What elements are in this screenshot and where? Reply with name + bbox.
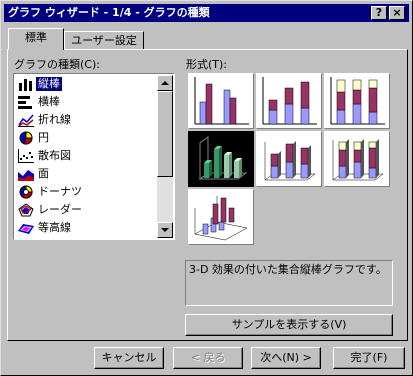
show-sample-button[interactable]: サンプルを表示する(V) xyxy=(185,314,393,336)
next-button[interactable]: 次へ(N) > xyxy=(251,347,321,369)
scroll-down-button[interactable] xyxy=(157,222,173,238)
subtype-clustered-column[interactable] xyxy=(188,73,254,129)
finish-button[interactable]: 完了(F) xyxy=(333,347,405,369)
subtype-stacked-column[interactable] xyxy=(256,73,322,129)
list-item-label: 折れ線 xyxy=(38,113,71,126)
list-item-bar[interactable]: 横棒 xyxy=(16,93,155,111)
list-item-label: 縦棒 xyxy=(36,77,62,91)
3d-column-thumbnail xyxy=(194,196,248,241)
scroll-thumb[interactable] xyxy=(157,91,173,177)
window-title: グラフ ウィザード - 1/4 - グラフの種類 xyxy=(8,6,210,19)
help-button[interactable]: ? xyxy=(371,6,387,20)
arrow-up-icon xyxy=(161,81,169,85)
arrow-down-icon xyxy=(161,228,169,232)
subtype-3d-clustered-column[interactable] xyxy=(188,131,254,187)
back-button[interactable]: < 戻る xyxy=(173,347,243,369)
list-item-surface[interactable]: 等高線 xyxy=(16,219,155,237)
chart-type-label: グラフの種類(C): xyxy=(14,58,100,71)
column-chart-icon xyxy=(18,77,34,91)
tab-custom[interactable]: ユーザー設定 xyxy=(64,31,144,51)
list-item-label: ドーナツ xyxy=(38,185,82,198)
list-item-label: レーダー xyxy=(38,203,82,216)
3d-clustered-column-thumbnail xyxy=(198,136,248,180)
subtype-label: 形式(T): xyxy=(186,58,228,71)
3d-100-stacked-column-thumbnail xyxy=(332,139,384,181)
list-item-radar[interactable]: レーダー xyxy=(16,201,155,219)
radar-chart-icon xyxy=(18,203,34,217)
list-item-label: 面 xyxy=(38,167,49,180)
list-item-doughnut[interactable]: ドーナツ xyxy=(16,183,155,201)
line-chart-icon xyxy=(18,114,34,127)
scatter-chart-icon xyxy=(18,149,34,163)
surface-chart-icon xyxy=(18,224,34,234)
pie-chart-icon xyxy=(19,131,33,145)
list-item-label: 横棒 xyxy=(38,95,60,108)
subtype-description: 3-D 効果の付いた集合縦棒グラフです。 xyxy=(185,260,393,306)
subtype-3d-column[interactable] xyxy=(188,189,254,245)
3d-stacked-column-thumbnail xyxy=(264,141,316,181)
chart-wizard-dialog: グラフ ウィザード - 1/4 - グラフの種類 ? × 標準 ユーザー設定 グ… xyxy=(0,0,413,376)
area-chart-icon xyxy=(18,170,34,181)
subtype-100-stacked-column[interactable] xyxy=(324,73,390,129)
list-item-label: 等高線 xyxy=(38,221,71,234)
clustered-column-thumbnail xyxy=(194,77,249,125)
tab-standard[interactable]: 標準 xyxy=(8,28,64,50)
chart-type-listbox[interactable]: 縦棒 横棒 折れ線 円 散布図 面 ドーナツ レーダー 等高線 xyxy=(13,73,175,240)
list-item-label: 円 xyxy=(38,131,49,144)
list-item-area[interactable]: 面 xyxy=(16,165,155,183)
list-scrollbar[interactable] xyxy=(157,75,173,238)
scroll-up-button[interactable] xyxy=(157,75,173,91)
subtype-3d-stacked-column[interactable] xyxy=(256,131,322,187)
list-item-column[interactable]: 縦棒 xyxy=(16,75,155,93)
bar-chart-icon xyxy=(18,96,32,109)
list-item-pie[interactable]: 円 xyxy=(16,129,155,147)
doughnut-chart-icon xyxy=(19,185,33,199)
close-button[interactable]: × xyxy=(389,6,405,20)
stacked-column-thumbnail xyxy=(262,77,317,125)
100-stacked-column-thumbnail xyxy=(330,77,385,125)
list-item-scatter[interactable]: 散布図 xyxy=(16,147,155,165)
title-bar: グラフ ウィザード - 1/4 - グラフの種類 ? × xyxy=(4,4,409,22)
list-item-line[interactable]: 折れ線 xyxy=(16,111,155,129)
list-item-label: 散布図 xyxy=(38,149,71,162)
subtype-3d-100-stacked-column[interactable] xyxy=(324,131,390,187)
cancel-button[interactable]: キャンセル xyxy=(94,347,164,369)
